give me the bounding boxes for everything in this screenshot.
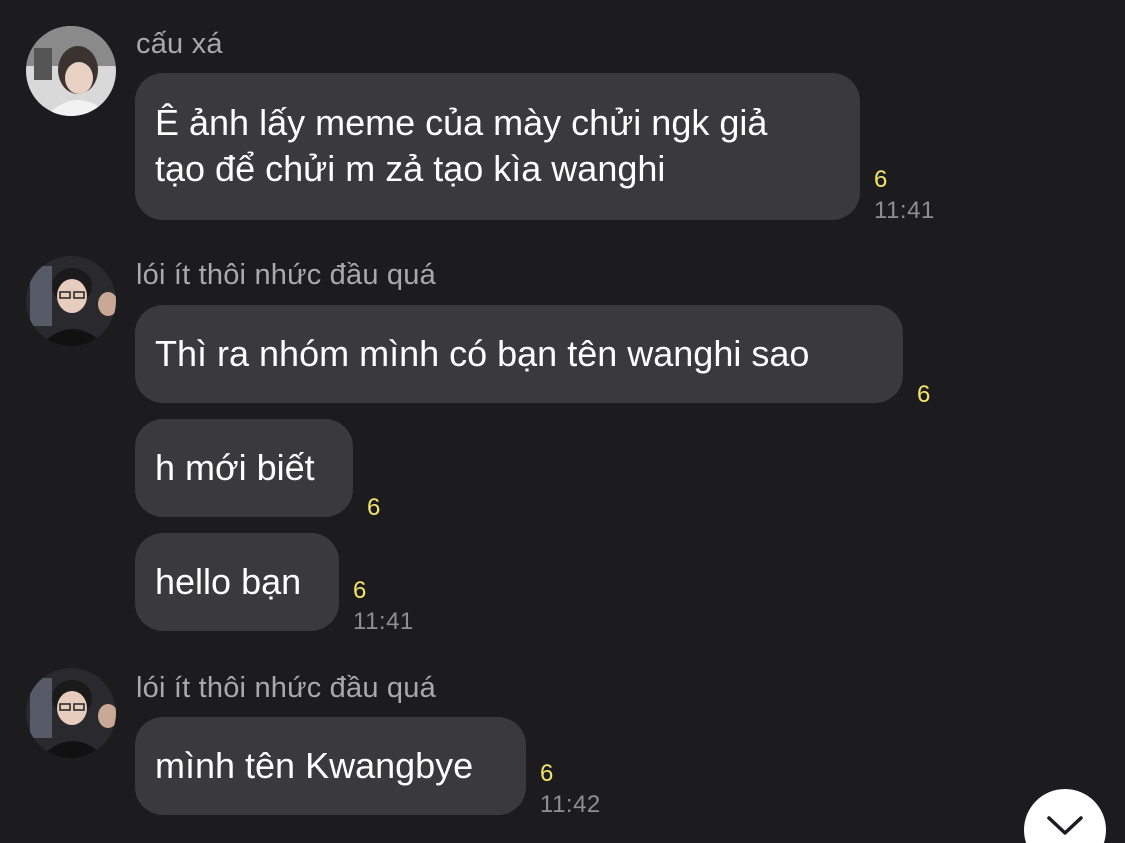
message-time: 11:41	[874, 197, 935, 224]
message-text: h mới biết	[155, 447, 315, 488]
message-text: tạo để chửi m zả tạo kìa wanghi	[155, 148, 666, 189]
avatar[interactable]	[26, 256, 116, 346]
message-bubble[interactable]: mình tên Kwangbye	[135, 717, 526, 815]
chat-area: cấu xá Ê ảnh lấy meme của mày chửi ngk g…	[0, 0, 1125, 843]
message-text: Thì ra nhóm mình có bạn tên wanghi sao	[155, 333, 810, 374]
read-count: 6	[367, 494, 381, 521]
message-text: mình tên Kwangbye	[155, 745, 474, 786]
avatar-image	[26, 256, 116, 346]
message-time: 11:42	[540, 791, 601, 818]
avatar-image	[26, 26, 116, 116]
message-time: 11:41	[353, 608, 414, 635]
read-count: 6	[540, 760, 554, 787]
chevron-down-icon	[1047, 816, 1083, 835]
avatar[interactable]	[26, 26, 116, 116]
sender-name: lói ít thôi nhức đầu quá	[136, 672, 436, 704]
message-bubble[interactable]: h mới biết	[135, 419, 353, 517]
sender-name: lói ít thôi nhức đầu quá	[136, 259, 436, 291]
read-count: 6	[874, 166, 888, 193]
message-text: hello bạn	[155, 561, 302, 602]
message-bubble[interactable]: Ê ảnh lấy meme của mày chửi ngk giả tạo …	[135, 73, 860, 220]
read-count: 6	[353, 577, 367, 604]
message-text: Ê ảnh lấy meme của mày chửi ngk giả	[155, 102, 768, 143]
avatar[interactable]	[26, 668, 116, 758]
message-bubble[interactable]: hello bạn	[135, 533, 339, 631]
scroll-to-bottom-button[interactable]	[1024, 789, 1106, 843]
avatar-image	[26, 668, 116, 758]
message-bubble[interactable]: Thì ra nhóm mình có bạn tên wanghi sao	[135, 305, 903, 403]
read-count: 6	[917, 381, 931, 408]
sender-name: cấu xá	[136, 28, 223, 60]
